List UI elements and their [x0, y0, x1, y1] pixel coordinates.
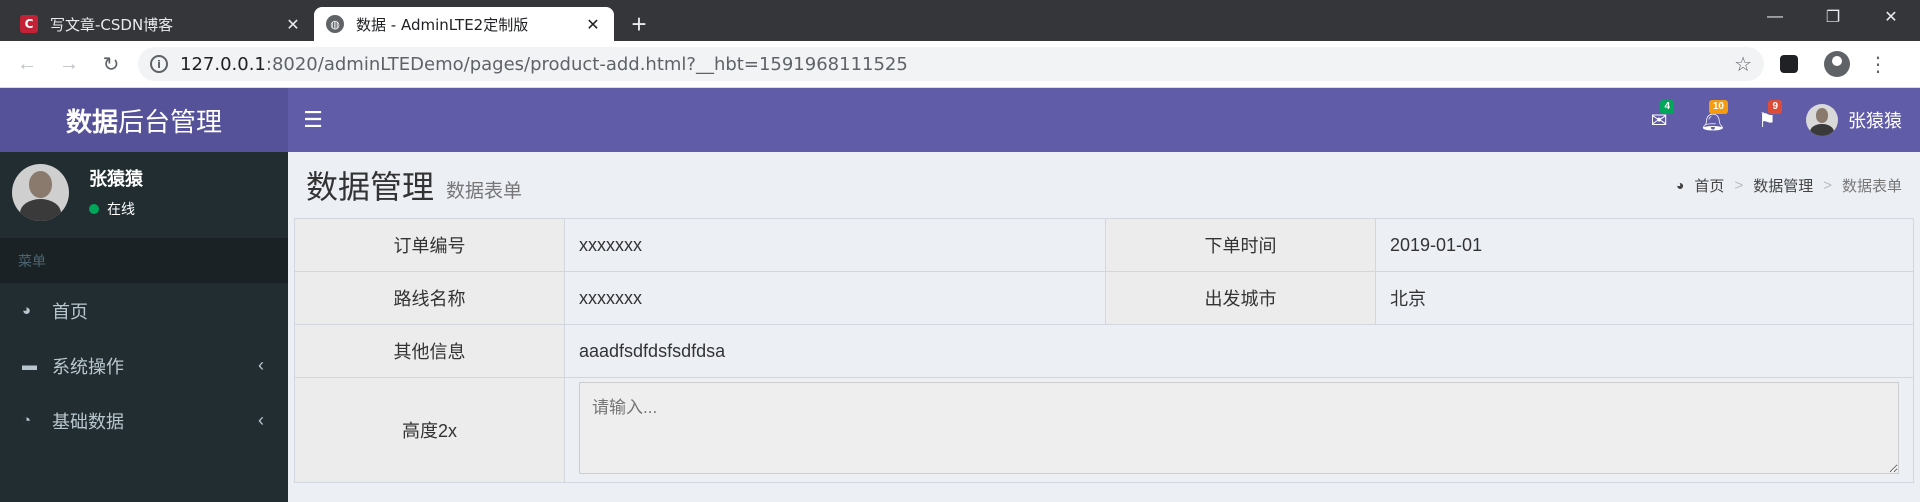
main-content: 数据管理 数据表单 ◕ 首页 > 数据管理 > 数据表单 订单编号 xxxxxx… [288, 152, 1920, 502]
city-value: 北京 [1375, 271, 1914, 325]
header-nav: ✉ 4 🔔︎ 10 ⚑ 9 张猿猿 [1632, 88, 1920, 152]
minimize-icon[interactable]: — [1746, 0, 1804, 34]
chevron-left-icon: ‹ [258, 410, 264, 430]
user-status-label: 在线 [107, 201, 135, 217]
extension-button[interactable] [1772, 47, 1806, 81]
breadcrumb-current: 数据表单 [1841, 177, 1902, 195]
route-label: 路线名称 [294, 271, 565, 325]
browser-tab-csdn[interactable]: C 写文章-CSDN博客 ✕ [8, 7, 314, 41]
table-row: 其他信息 aaadfsdfdsfsdfdsa [294, 324, 1914, 378]
url-host: 127.0.0.1 [180, 53, 266, 75]
user-menu[interactable]: 张猿猿 [1794, 88, 1920, 152]
sidebar-user-name: 张猿猿 [89, 169, 143, 189]
content-header: 数据管理 数据表单 ◕ 首页 > 数据管理 > 数据表单 [288, 152, 1920, 218]
avatar [12, 163, 69, 221]
city-label: 出发城市 [1105, 271, 1376, 325]
breadcrumb-separator: > [1823, 176, 1832, 194]
sidebar-item-label: 首页 [52, 301, 88, 322]
textarea-cell [564, 377, 1914, 483]
chevron-left-icon: ‹ [258, 355, 264, 375]
reload-icon[interactable]: ↻ [96, 49, 126, 79]
order-time-label: 下单时间 [1105, 218, 1376, 272]
bookmark-star-icon[interactable]: ☆ [1734, 52, 1752, 76]
back-icon[interactable]: ← [12, 49, 42, 79]
page-title: 数据管理 [306, 169, 435, 205]
browser-tab-active[interactable]: ◍ 数据 - AdminLTE2定制版 ✕ [314, 7, 614, 41]
logo-bold-text: 数据 [65, 106, 118, 137]
tasks-button[interactable]: ⚑ 9 [1740, 88, 1794, 152]
sidebar-item-label: 系统操作 [52, 356, 124, 377]
height-label: 高度2x [294, 377, 565, 483]
app-header: 数据 后台管理 ☰ ✉ 4 🔔︎ 10 ⚑ 9 张猿猿 [0, 88, 1920, 152]
online-dot-icon [89, 204, 99, 214]
sidebar-item-home[interactable]: ◕ 首页 [0, 283, 288, 338]
breadcrumb: ◕ 首页 > 数据管理 > 数据表单 [1676, 175, 1902, 196]
tab-title: 数据 - AdminLTE2定制版 [356, 15, 529, 34]
data-form-table: 订单编号 xxxxxxx 下单时间 2019-01-01 路线名称 xxxxxx… [294, 218, 1914, 483]
messages-badge: 4 [1660, 100, 1674, 114]
avatar [1806, 104, 1838, 136]
other-info-value: aaadfsdfdsfsdfdsa [564, 324, 1914, 378]
url-path: :8020/adminLTEDemo/pages/product-add.htm… [265, 53, 908, 75]
sidebar-toggle-icon[interactable]: ☰ [288, 88, 338, 152]
site-info-icon[interactable]: i [150, 55, 168, 73]
csdn-favicon-icon: C [20, 15, 38, 33]
order-no-label: 订单编号 [294, 218, 565, 272]
user-status: 在线 [89, 199, 143, 219]
breadcrumb-data-management[interactable]: 数据管理 [1753, 175, 1813, 196]
pie-chart-icon: ◔ [22, 412, 32, 429]
breadcrumb-separator: > [1734, 176, 1744, 194]
restore-icon[interactable]: ❐ [1804, 0, 1862, 34]
globe-icon: ◍ [326, 15, 344, 33]
sidebar-item-basic-data[interactable]: ◔ 基础数据 ‹ [0, 393, 288, 448]
menu-header: 菜单 [0, 238, 288, 283]
info-textarea[interactable] [579, 381, 1899, 474]
address-bar: ← → ↻ i 127.0.0.1 :8020/adminLTEDemo/pag… [0, 41, 1920, 88]
table-row: 订单编号 xxxxxxx 下单时间 2019-01-01 [294, 218, 1914, 272]
messages-button[interactable]: ✉ 4 [1632, 88, 1686, 152]
more-menu-icon[interactable]: ⋮ [1868, 52, 1888, 77]
header-user-name: 张猿猿 [1848, 111, 1902, 131]
dashboard-icon: ◕ [22, 302, 32, 319]
table-row: 路线名称 xxxxxxx 出发城市 北京 [294, 271, 1914, 325]
user-panel: 张猿猿 在线 [0, 152, 288, 232]
user-info: 张猿猿 在线 [89, 165, 143, 219]
page-subtitle: 数据表单 [446, 180, 523, 202]
route-value: xxxxxxx [564, 271, 1106, 325]
extension-icon [1780, 55, 1798, 73]
sidebar: 张猿猿 在线 菜单 ◕ 首页 ▬ 系统操作 ‹ ◔ 基础数据 ‹ [0, 152, 288, 502]
other-info-label: 其他信息 [294, 324, 565, 378]
sidebar-item-system[interactable]: ▬ 系统操作 ‹ [0, 338, 288, 393]
browser-tab-strip: C 写文章-CSDN博客 ✕ ◍ 数据 - AdminLTE2定制版 ✕ + —… [0, 0, 1920, 41]
sidebar-item-label: 基础数据 [52, 411, 124, 432]
tab-title: 写文章-CSDN博客 [50, 15, 174, 34]
dashboard-icon: ◕ [1675, 177, 1685, 193]
close-icon[interactable]: ✕ [584, 15, 602, 34]
forward-icon[interactable]: → [54, 49, 84, 79]
order-time-value: 2019-01-01 [1375, 218, 1914, 272]
notifications-button[interactable]: 🔔︎ 10 [1686, 88, 1740, 152]
close-icon[interactable]: ✕ [284, 15, 302, 34]
table-row: 高度2x [294, 377, 1914, 483]
tasks-badge: 9 [1768, 100, 1782, 114]
folder-icon: ▬ [22, 357, 37, 374]
logo-text: 后台管理 [118, 106, 223, 137]
profile-avatar-icon[interactable] [1824, 51, 1850, 77]
close-window-icon[interactable]: ✕ [1862, 0, 1920, 34]
breadcrumb-home[interactable]: 首页 [1694, 175, 1724, 196]
new-tab-button[interactable]: + [622, 7, 656, 41]
order-no-value: xxxxxxx [564, 218, 1106, 272]
url-input[interactable]: i 127.0.0.1 :8020/adminLTEDemo/pages/pro… [138, 47, 1764, 81]
window-controls: — ❐ ✕ [1746, 0, 1920, 34]
notifications-badge: 10 [1708, 100, 1728, 114]
app-logo[interactable]: 数据 后台管理 [0, 88, 288, 152]
